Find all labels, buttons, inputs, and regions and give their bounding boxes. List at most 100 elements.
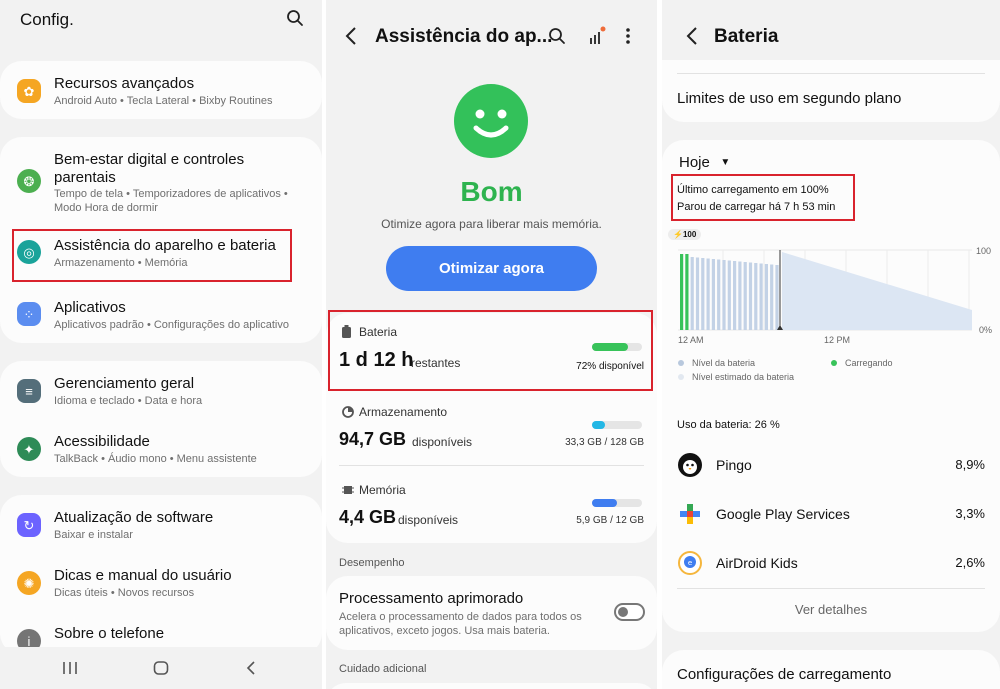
estimated-level-area xyxy=(782,252,972,330)
divider xyxy=(677,73,985,74)
settings-item-title: Recursos avançados xyxy=(54,75,195,92)
settings-item-software-update[interactable]: ↻ Atualização de software Baixar e insta… xyxy=(0,495,322,553)
memory-chip-icon xyxy=(342,483,354,501)
legend-estimated: Nível estimado da bateria xyxy=(678,372,794,382)
settings-card-group4: ↻ Atualização de software Baixar e insta… xyxy=(0,495,322,655)
battery-level-bar xyxy=(754,263,758,330)
settings-item-sub: Baixar e instalar xyxy=(54,529,133,541)
battery-level-bar xyxy=(748,262,753,330)
charging-settings-item[interactable]: Configurações de carregamento xyxy=(677,666,891,683)
settings-item-digital-wellbeing[interactable]: ❂ Bem-estar digital e controles parentai… xyxy=(0,137,322,219)
toggle-knob xyxy=(618,607,628,617)
settings-item-sub: Android Auto • Tecla Lateral • Bixby Rou… xyxy=(54,95,273,107)
battery-level-bar xyxy=(738,261,742,330)
processing-toggle[interactable] xyxy=(614,603,645,621)
memory-metric[interactable]: Memória 4,4 GB disponíveis 5,9 GB / 12 G… xyxy=(326,473,657,543)
app-name: Pingo xyxy=(716,457,752,473)
battery-level-bar xyxy=(701,258,705,330)
settings-item-sub: Tempo de tela • Temporizadores de aplica… xyxy=(54,188,288,214)
settings-item-title: Aplicativos xyxy=(54,299,126,316)
memory-detail: 5,9 GB / 12 GB xyxy=(576,515,644,526)
more-options-icon[interactable] xyxy=(625,27,631,50)
storage-icon xyxy=(342,405,354,423)
diagnostics-icon[interactable] xyxy=(588,26,606,51)
highlight-box xyxy=(12,229,292,282)
see-details-link[interactable]: Ver detalhes xyxy=(662,602,1000,617)
processing-title: Processamento aprimorado xyxy=(339,590,524,607)
battery-level-bar xyxy=(722,260,726,330)
section-performance: Desempenho xyxy=(339,557,405,569)
battery-level-bar xyxy=(727,260,731,330)
app-row-pingo[interactable]: Pingo 8,9% xyxy=(662,445,1000,485)
legend-charging: Carregando xyxy=(831,358,893,368)
device-care-panel: Assistência do ap... Bom Otimize agora p… xyxy=(326,0,657,689)
battery-level-bar xyxy=(690,257,694,330)
airdroid-kids-icon: e xyxy=(678,551,702,575)
star-gear-icon: ✿ xyxy=(17,79,41,103)
storage-bar xyxy=(592,421,642,429)
charging-bar xyxy=(685,254,689,330)
app-name: AirDroid Kids xyxy=(716,555,798,571)
legend-label: Nível estimado da bateria xyxy=(692,372,795,382)
legend-dot xyxy=(678,374,684,380)
page-title: Config. xyxy=(20,10,74,29)
settings-item-advanced-features[interactable]: ✿ Recursos avançados Android Auto • Tecl… xyxy=(0,61,322,119)
battery-level-bar xyxy=(706,258,710,330)
settings-item-accessibility[interactable]: ✦ Acessibilidade TalkBack • Áudio mono •… xyxy=(0,419,322,477)
search-icon[interactable] xyxy=(286,9,304,32)
page-title: Bateria xyxy=(714,26,779,47)
processing-desc: Acelera o processamento de dados para to… xyxy=(339,611,582,623)
home-icon[interactable] xyxy=(153,661,169,680)
settings-item-sub: Aplicativos padrão • Configurações do ap… xyxy=(54,319,289,331)
settings-item-title: Atualização de software xyxy=(54,509,214,526)
settings-card-group3: ≡ Gerenciamento geral Idioma e teclado •… xyxy=(0,361,322,477)
settings-item-tips[interactable]: ✺ Dicas e manual do usuário Dicas úteis … xyxy=(0,553,322,611)
background-limits-card: Limites de uso em segundo plano xyxy=(662,60,1000,122)
play-services-icon xyxy=(678,502,702,531)
settings-item-title: Gerenciamento geral xyxy=(54,375,195,392)
storage-detail: 33,3 GB / 128 GB xyxy=(565,437,644,448)
svg-text:e: e xyxy=(688,559,692,567)
additional-care-card xyxy=(326,683,657,689)
highlight-box xyxy=(328,310,653,391)
settings-panel: Config. ✿ Recursos avançados Android Aut… xyxy=(0,0,322,689)
optimize-now-button[interactable]: Otimizar agora xyxy=(386,246,597,291)
usage-title: Uso da bateria: 26 % xyxy=(677,419,780,431)
back-arrow-icon[interactable] xyxy=(345,26,357,51)
storage-metric[interactable]: Armazenamento 94,7 GB disponíveis 33,3 G… xyxy=(326,395,657,465)
period-dropdown[interactable]: Hoje ▼ xyxy=(679,154,730,172)
back-nav-icon[interactable] xyxy=(245,661,257,680)
storage-label: Armazenamento xyxy=(359,405,448,419)
battery-level-bar xyxy=(743,262,747,330)
legend-label: Nível da bateria xyxy=(692,358,756,368)
battery-level-bar xyxy=(770,264,774,330)
app-name: Google Play Services xyxy=(716,506,850,522)
charging-bar xyxy=(680,254,684,330)
app-row-airdroid-kids[interactable]: e AirDroid Kids 2,6% xyxy=(662,543,1000,583)
app-row-play-services[interactable]: Google Play Services 3,3% xyxy=(662,494,1000,534)
app-percent: 2,6% xyxy=(955,555,985,570)
divider xyxy=(339,465,644,466)
back-arrow-icon[interactable] xyxy=(686,26,698,51)
background-limits-item[interactable]: Limites de uso em segundo plano xyxy=(677,90,901,107)
search-icon[interactable] xyxy=(548,27,566,50)
chart-x-mid: 12 PM xyxy=(824,335,851,345)
memory-bar xyxy=(592,499,642,507)
page-title: Assistência do ap... xyxy=(375,26,553,47)
badge-value: 100 xyxy=(682,230,697,239)
legend-label: Carregando xyxy=(845,358,893,368)
nav-bar xyxy=(0,647,322,689)
settings-item-apps[interactable]: ⁘ Aplicativos Aplicativos padrão • Confi… xyxy=(0,289,322,343)
sliders-icon: ≡ xyxy=(17,379,41,403)
storage-value: 94,7 GB xyxy=(339,429,407,449)
legend-level: Nível da bateria xyxy=(678,358,755,368)
settings-item-general-management[interactable]: ≡ Gerenciamento geral Idioma e teclado •… xyxy=(0,361,322,419)
memory-bar-fill xyxy=(592,499,617,507)
settings-item-sub: Dicas úteis • Novos recursos xyxy=(54,587,195,599)
highlight-box xyxy=(671,174,855,221)
update-icon: ↻ xyxy=(17,513,41,537)
chart-x-start: 12 AM xyxy=(678,335,704,345)
recent-apps-icon[interactable] xyxy=(62,661,78,680)
pingo-penguin-icon xyxy=(678,453,702,477)
status-label: Bom xyxy=(460,176,523,207)
